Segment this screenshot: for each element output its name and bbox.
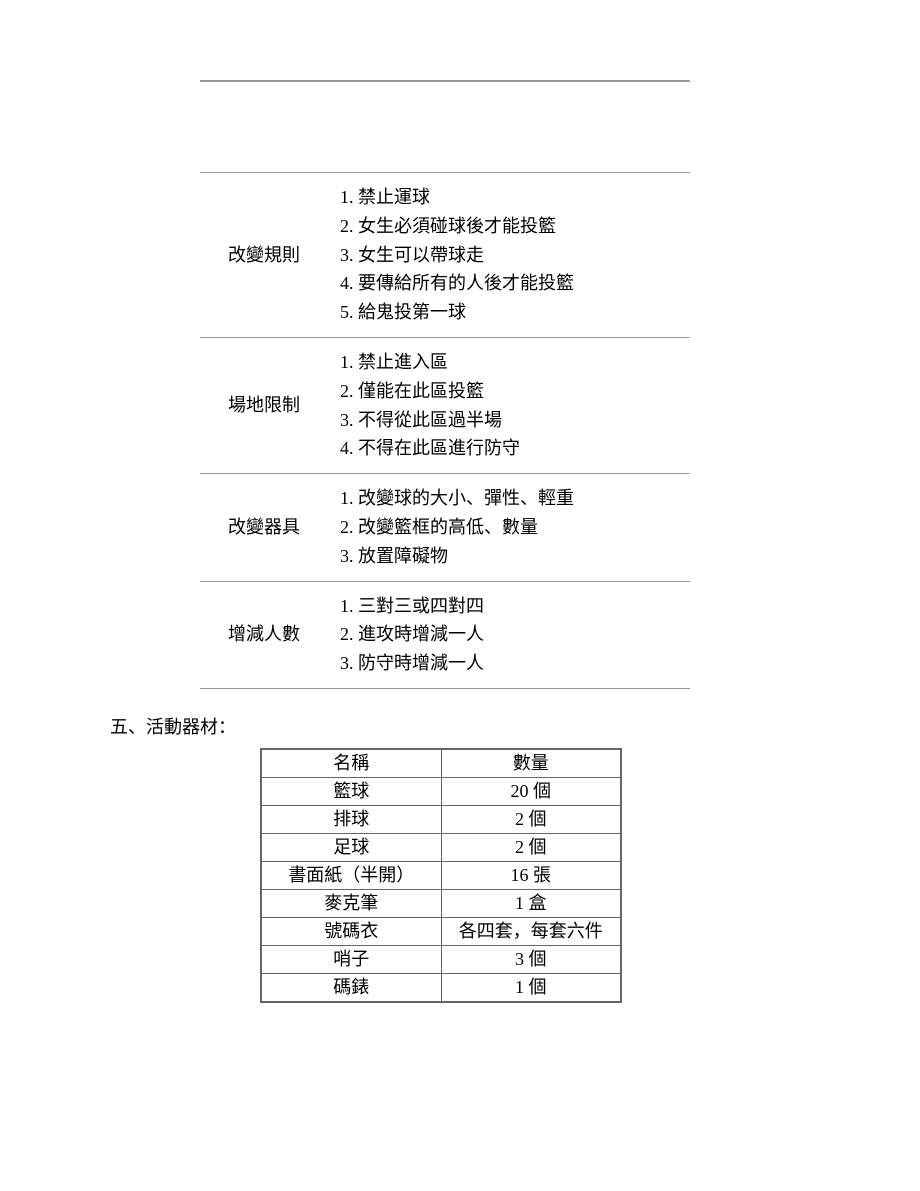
- rule-item: 1. 禁止運球: [340, 183, 690, 212]
- equipment-qty: 1 盒: [441, 889, 621, 917]
- rule-item: 3. 防守時增減一人: [340, 649, 690, 678]
- equipment-table: 名稱 數量 籃球20 個排球2 個足球2 個書面紙（半開）16 張麥克筆1 盒號…: [260, 748, 622, 1003]
- equipment-row: 排球2 個: [261, 805, 621, 833]
- rule-category-label: 場地限制: [200, 338, 340, 473]
- rule-category-label: 改變器具: [200, 474, 340, 580]
- header-qty: 數量: [441, 749, 621, 778]
- rule-item: 5. 給鬼投第一球: [340, 298, 690, 327]
- equipment-name: 麥克筆: [261, 889, 441, 917]
- rule-category-label: 改變規則: [200, 173, 340, 337]
- rule-item: 1. 三對三或四對四: [340, 592, 690, 621]
- equipment-qty: 各四套，每套六件: [441, 917, 621, 945]
- rule-items: 1. 改變球的大小、彈性、輕重2. 改變籃框的高低、數量3. 放置障礙物: [340, 474, 690, 580]
- rule-item: 3. 放置障礙物: [340, 542, 690, 571]
- rules-row: 場地限制1. 禁止進入區2. 僅能在此區投籃3. 不得從此區過半場4. 不得在此…: [200, 338, 690, 473]
- equipment-row: 麥克筆1 盒: [261, 889, 621, 917]
- table-header-row: 名稱 數量: [261, 749, 621, 778]
- equipment-qty: 3 個: [441, 945, 621, 973]
- rule-item: 4. 要傳給所有的人後才能投籃: [340, 269, 690, 298]
- equipment-row: 足球2 個: [261, 833, 621, 861]
- rule-items: 1. 三對三或四對四2. 進攻時增減一人3. 防守時增減一人: [340, 582, 690, 688]
- equipment-qty: 2 個: [441, 833, 621, 861]
- divider-row: [200, 688, 690, 689]
- rule-item: 2. 改變籃框的高低、數量: [340, 513, 690, 542]
- rule-item: 3. 女生可以帶球走: [340, 241, 690, 270]
- rules-row: [200, 82, 690, 172]
- rule-item: 4. 不得在此區進行防守: [340, 434, 690, 463]
- equipment-name: 足球: [261, 833, 441, 861]
- equipment-row: 書面紙（半開）16 張: [261, 861, 621, 889]
- equipment-heading: 五、活動器材：: [110, 713, 810, 742]
- rule-item: 2. 進攻時增減一人: [340, 620, 690, 649]
- rule-item: 1. 禁止進入區: [340, 348, 690, 377]
- equipment-qty: 1 個: [441, 973, 621, 1002]
- rule-item: 2. 女生必須碰球後才能投籃: [340, 212, 690, 241]
- equipment-name: 哨子: [261, 945, 441, 973]
- rules-row: 增減人數1. 三對三或四對四2. 進攻時增減一人3. 防守時增減一人: [200, 582, 690, 688]
- equipment-name: 書面紙（半開）: [261, 861, 441, 889]
- equipment-row: 籃球20 個: [261, 777, 621, 805]
- equipment-qty: 16 張: [441, 861, 621, 889]
- equipment-row: 碼錶1 個: [261, 973, 621, 1002]
- rules-row: 改變規則1. 禁止運球2. 女生必須碰球後才能投籃3. 女生可以帶球走4. 要傳…: [200, 173, 690, 337]
- equipment-name: 排球: [261, 805, 441, 833]
- rule-items: 1. 禁止運球2. 女生必須碰球後才能投籃3. 女生可以帶球走4. 要傳給所有的…: [340, 173, 690, 337]
- equipment-name: 號碼衣: [261, 917, 441, 945]
- equipment-row: 哨子3 個: [261, 945, 621, 973]
- equipment-row: 號碼衣各四套，每套六件: [261, 917, 621, 945]
- rule-item: 2. 僅能在此區投籃: [340, 377, 690, 406]
- equipment-qty: 2 個: [441, 805, 621, 833]
- header-name: 名稱: [261, 749, 441, 778]
- rule-items: 1. 禁止進入區2. 僅能在此區投籃3. 不得從此區過半場4. 不得在此區進行防…: [340, 338, 690, 473]
- rules-table: 改變規則1. 禁止運球2. 女生必須碰球後才能投籃3. 女生可以帶球走4. 要傳…: [200, 80, 690, 689]
- rule-item: 1. 改變球的大小、彈性、輕重: [340, 484, 690, 513]
- rule-item: 3. 不得從此區過半場: [340, 406, 690, 435]
- equipment-qty: 20 個: [441, 777, 621, 805]
- rule-category-label: 增減人數: [200, 582, 340, 688]
- rules-row: 改變器具1. 改變球的大小、彈性、輕重2. 改變籃框的高低、數量3. 放置障礙物: [200, 474, 690, 580]
- divider-line: [200, 688, 690, 689]
- equipment-name: 碼錶: [261, 973, 441, 1002]
- equipment-name: 籃球: [261, 777, 441, 805]
